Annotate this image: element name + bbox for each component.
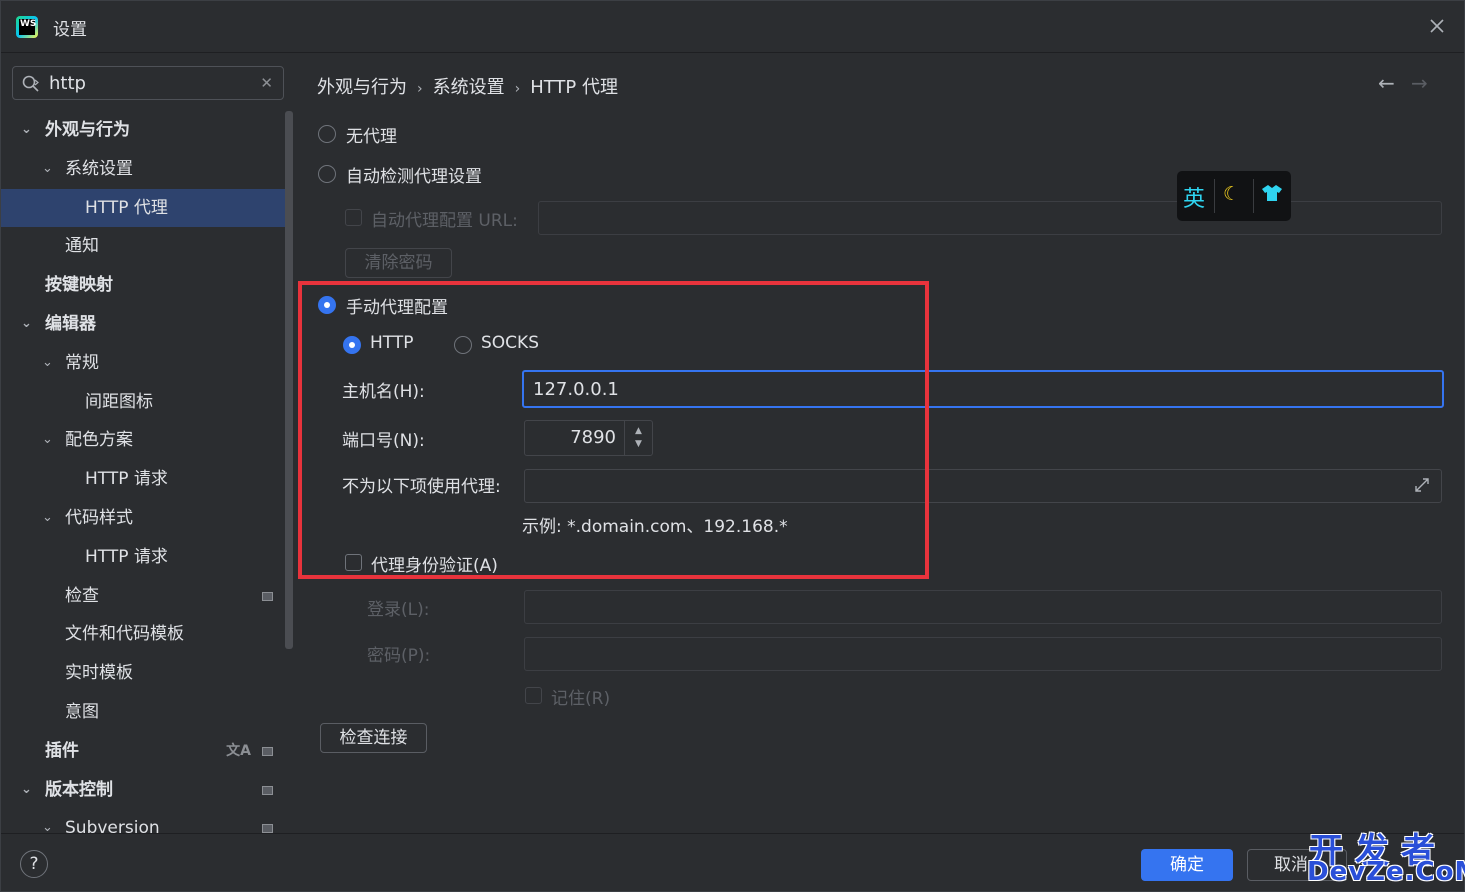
remember-checkbox[interactable]: [525, 687, 542, 704]
tree-item-notifications[interactable]: 通知: [1, 227, 285, 266]
tree-item-editor[interactable]: ⌄ 编辑器: [1, 305, 285, 344]
tree-item-color-scheme[interactable]: ⌄ 配色方案: [1, 421, 285, 460]
close-icon[interactable]: [1426, 15, 1448, 37]
tree-item-label: HTTP 请求: [85, 546, 168, 567]
ok-button[interactable]: 确定: [1141, 849, 1233, 881]
tree-item-label: 配色方案: [65, 430, 133, 451]
footer-bar: ? 确定 取消: [1, 833, 1464, 891]
help-button[interactable]: ?: [20, 850, 48, 878]
search-input[interactable]: [49, 71, 249, 95]
chevron-down-icon[interactable]: ⌄: [42, 421, 54, 460]
tree-item-intentions[interactable]: 意图: [1, 693, 285, 732]
tree-item-label: 编辑器: [45, 313, 96, 334]
expand-icon[interactable]: [1413, 476, 1431, 499]
settings-dialog: WS 设置 ✕ ⌄ 外观与行为 ⌄ 系统设置 HTTP 代理: [0, 0, 1465, 892]
tree-item-general[interactable]: ⌄ 常规: [1, 344, 285, 383]
auto-detect-label: 自动检测代理设置: [346, 167, 482, 187]
window-title: 设置: [53, 20, 87, 40]
tree-item-http-request-style[interactable]: HTTP 请求: [1, 538, 285, 577]
settings-search[interactable]: ✕: [12, 66, 284, 100]
arrow-left-icon[interactable]: ←: [1378, 71, 1395, 95]
ime-toolbar: 英 ☾: [1177, 171, 1291, 221]
tree-item-http-proxy[interactable]: HTTP 代理: [1, 188, 285, 228]
password-field[interactable]: [524, 637, 1442, 671]
arrow-right-icon[interactable]: →: [1411, 71, 1428, 95]
chevron-right-icon: ›: [514, 81, 521, 97]
password-label: 密码(P):: [367, 646, 431, 666]
tree-item-live-templates[interactable]: 实时模板: [1, 654, 285, 693]
clear-search-icon[interactable]: ✕: [260, 74, 273, 92]
tree-item-label: 系统设置: [65, 158, 133, 179]
tree-item-label: 实时模板: [65, 663, 133, 684]
tree-item-inspections[interactable]: 检查: [1, 577, 285, 616]
auto-url-checkbox[interactable]: [345, 209, 362, 226]
annotation-highlight-box: [298, 281, 929, 579]
chevron-down-icon[interactable]: ⌄: [42, 499, 54, 538]
skin-icon[interactable]: [1261, 183, 1283, 208]
no-proxy-radio[interactable]: [318, 125, 336, 143]
project-settings-icon: [262, 746, 273, 756]
tree-item-label: HTTP 代理: [85, 197, 168, 218]
settings-sidebar: ✕ ⌄ 外观与行为 ⌄ 系统设置 HTTP 代理 通知 按键映射 ⌄ 编辑器: [1, 53, 294, 838]
watermark: 开发者 DevZe.CoM: [1301, 823, 1465, 892]
remember-label: 记住(R): [551, 689, 611, 709]
tree-item-label: 代码样式: [65, 507, 133, 528]
breadcrumb-appearance[interactable]: 外观与行为: [317, 77, 407, 98]
chevron-down-icon[interactable]: ⌄: [21, 305, 33, 344]
no-proxy-label: 无代理: [346, 127, 397, 147]
check-connection-button[interactable]: 检查连接: [320, 723, 427, 753]
auto-url-field[interactable]: [538, 201, 1442, 235]
chevron-down-icon[interactable]: ⌄: [21, 111, 33, 150]
webstorm-logo-icon: WS: [16, 16, 38, 38]
tree-item-label: 按键映射: [45, 275, 113, 296]
project-settings-icon: [262, 591, 273, 601]
watermark-line-2: DevZe.CoM: [1307, 857, 1465, 887]
chevron-down-icon[interactable]: ⌄: [21, 771, 33, 810]
tree-item-label: 外观与行为: [45, 120, 130, 140]
chevron-down-icon[interactable]: ⌄: [42, 150, 54, 189]
login-field[interactable]: [524, 590, 1442, 624]
login-label: 登录(L):: [367, 600, 430, 620]
ime-language-icon[interactable]: 英: [1183, 181, 1205, 213]
tree-item-label: 检查: [65, 585, 99, 606]
search-icon: [21, 74, 41, 99]
tree-item-http-request-color[interactable]: HTTP 请求: [1, 460, 285, 499]
breadcrumb: 外观与行为 › 系统设置 › HTTP 代理: [317, 73, 618, 99]
tree-item-keymap[interactable]: 按键映射: [1, 266, 285, 305]
tree-item-plugins[interactable]: 插件 文A: [1, 732, 285, 771]
chevron-down-icon[interactable]: ⌄: [42, 344, 54, 383]
tree-item-label: 意图: [65, 701, 99, 722]
project-settings-icon: [262, 785, 273, 795]
translate-icon: 文A: [226, 742, 251, 759]
title-bar: WS 设置: [1, 1, 1464, 53]
tree-item-label: 插件: [45, 740, 79, 761]
settings-tree: ⌄ 外观与行为 ⌄ 系统设置 HTTP 代理 通知 按键映射 ⌄ 编辑器 ⌄ 常…: [1, 111, 285, 848]
chevron-right-icon: ›: [417, 81, 423, 97]
tree-item-label: HTTP 请求: [85, 469, 168, 490]
project-settings-icon: [262, 824, 273, 834]
clear-password-button[interactable]: 清除密码: [345, 248, 452, 278]
tree-item-label: 间距图标: [85, 391, 153, 412]
tree-item-label: 版本控制: [45, 779, 113, 800]
moon-icon[interactable]: ☾: [1223, 183, 1240, 205]
tree-item-gutter-icons[interactable]: 间距图标: [1, 383, 285, 422]
settings-content: 外观与行为 › 系统设置 › HTTP 代理 ← → 无代理 自动检测代理设置 自动代理…: [294, 53, 1464, 833]
breadcrumb-system-settings[interactable]: 系统设置: [433, 77, 505, 98]
tree-item-label: 常规: [65, 352, 99, 373]
tree-item-appearance[interactable]: ⌄ 外观与行为: [1, 111, 285, 150]
auto-url-label: 自动代理配置 URL:: [371, 211, 518, 231]
tree-item-version-control[interactable]: ⌄ 版本控制: [1, 771, 285, 810]
tree-item-file-templates[interactable]: 文件和代码模板: [1, 615, 285, 654]
sidebar-scrollbar[interactable]: [285, 111, 293, 649]
tree-item-system-settings[interactable]: ⌄ 系统设置: [1, 150, 285, 189]
auto-detect-radio[interactable]: [318, 165, 336, 183]
tree-item-label: 通知: [65, 236, 99, 257]
breadcrumb-http-proxy: HTTP 代理: [530, 77, 619, 98]
tree-item-code-style[interactable]: ⌄ 代码样式: [1, 499, 285, 538]
tree-item-label: 文件和代码模板: [65, 624, 184, 645]
